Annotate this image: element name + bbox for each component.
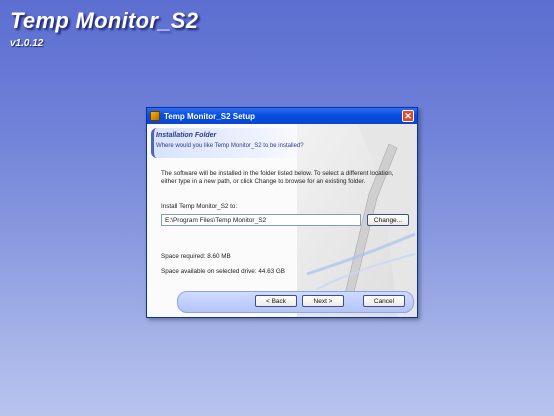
setup-dialog: Temp Monitor_S2 Setup ✕ Installation Fol… <box>146 107 418 318</box>
cancel-button[interactable]: Cancel <box>363 295 405 307</box>
space-available: Space available on selected drive: 44.63… <box>161 268 285 275</box>
app-title: Temp Monitor_S2 <box>10 8 199 33</box>
next-button[interactable]: Next > <box>302 295 344 307</box>
close-button[interactable]: ✕ <box>402 110 414 122</box>
header-title: Installation Folder <box>156 132 217 139</box>
install-path-label: Install Temp Monitor_S2 to: <box>161 203 238 210</box>
setup-app-icon <box>150 111 160 121</box>
app-version: v1.0.12 <box>10 38 44 49</box>
change-button[interactable]: Change... <box>367 214 409 226</box>
install-path-field[interactable]: E:\Program Files\Temp Monitor_S2 <box>161 214 361 226</box>
header-subtitle: Where would you like Temp Monitor_S2 to … <box>156 143 304 149</box>
space-required: Space required: 8.60 MB <box>161 253 231 260</box>
back-button[interactable]: < Back <box>255 295 297 307</box>
dialog-title: Temp Monitor_S2 Setup <box>164 111 255 121</box>
install-description: The software will be installed in the fo… <box>161 170 394 185</box>
dialog-titlebar[interactable]: Temp Monitor_S2 Setup <box>147 108 417 124</box>
